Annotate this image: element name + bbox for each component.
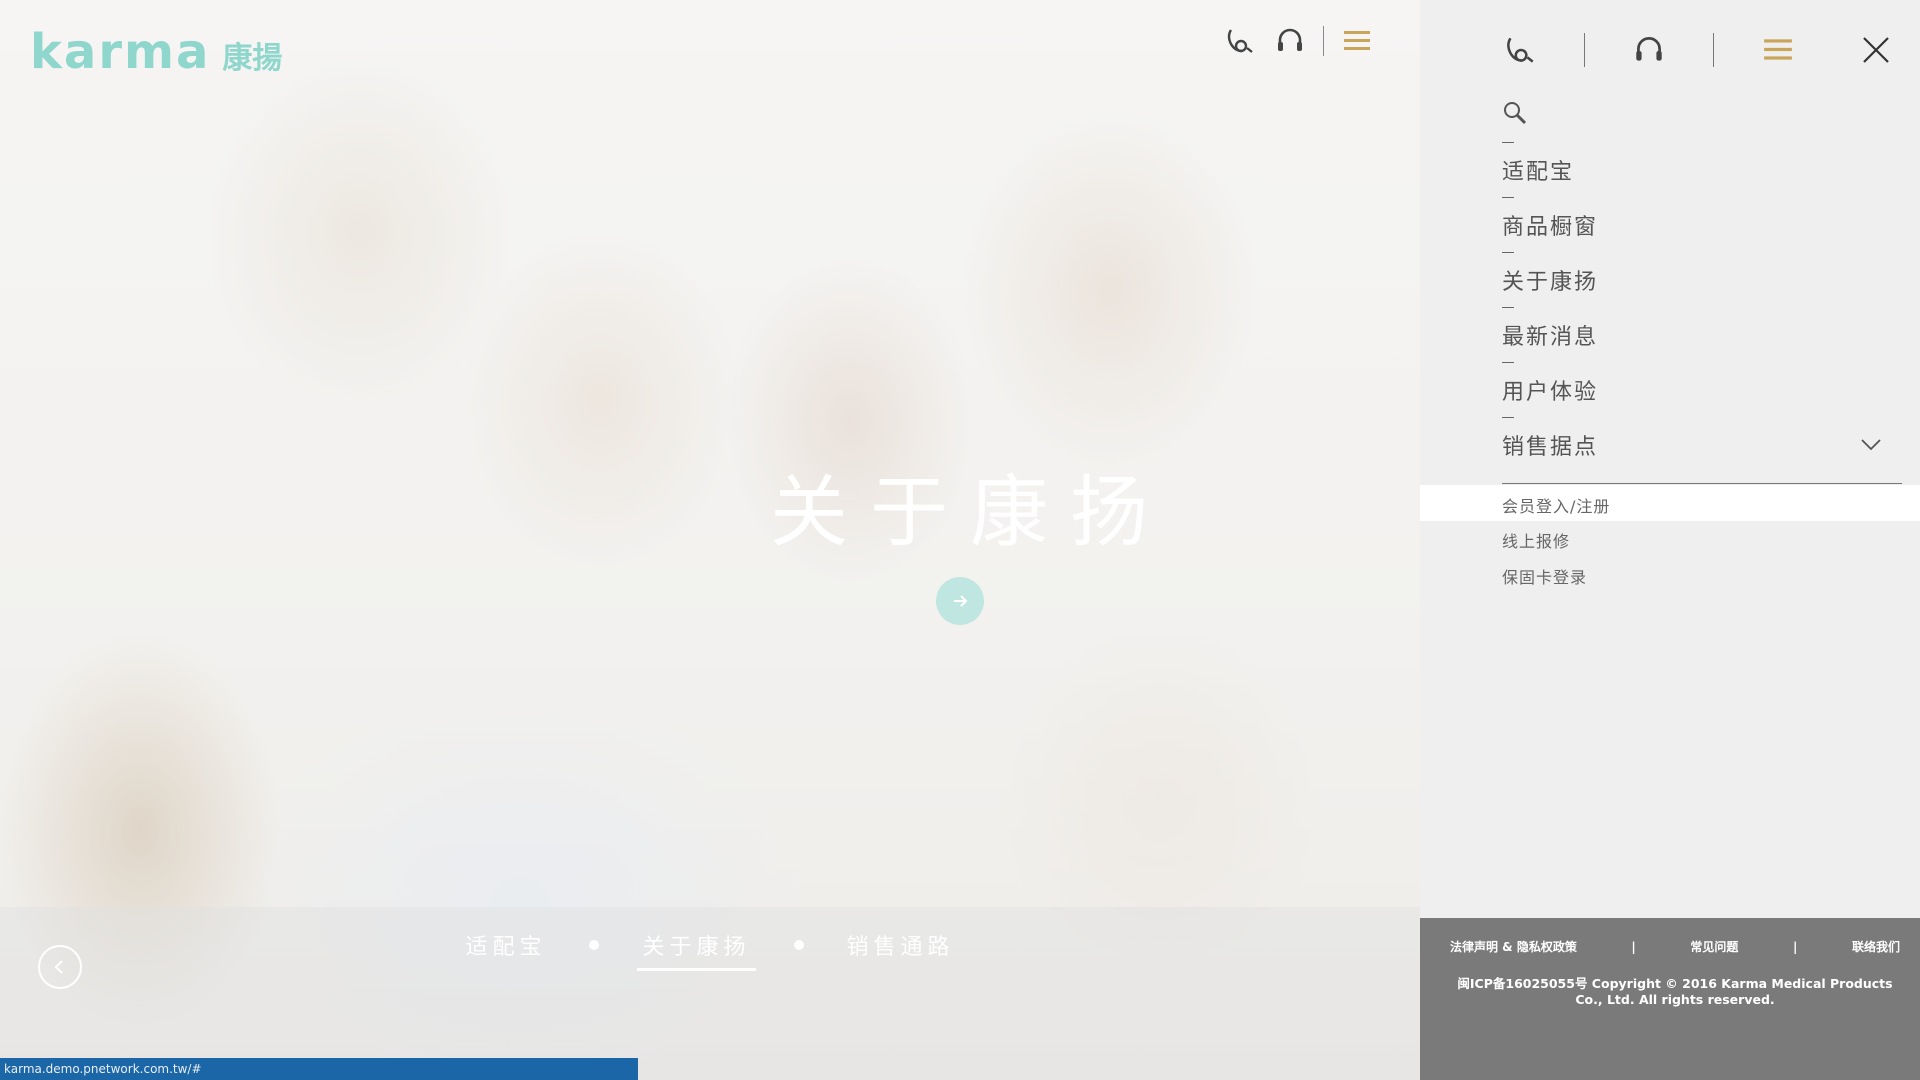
footer-link-legal[interactable]: 法律声明 & 隐私权政策 [1450, 938, 1577, 955]
toolbar-divider [1584, 33, 1585, 67]
main-menu: 适配宝 商品橱窗 关于康扬 最新消息 用户体验 销售据点 [1502, 140, 1902, 470]
footer-link-contact[interactable]: 联络我们 [1852, 938, 1900, 955]
menu-item-label: 销售据点 [1502, 435, 1599, 460]
menu-icon[interactable] [1332, 20, 1382, 62]
arrow-right-icon[interactable] [936, 577, 984, 625]
footer-link-faq[interactable]: 常见问题 [1690, 938, 1738, 955]
menu-dash [1502, 307, 1514, 308]
menu-item-news[interactable]: 最新消息 [1502, 305, 1902, 360]
logo[interactable]: karma 康揚 [30, 24, 282, 80]
menu-item-label: 最新消息 [1502, 325, 1599, 350]
panel-footer: 法律声明 & 隐私权政策 | 常见问题 | 联络我们 闽ICP备16025055… [1420, 918, 1920, 1080]
wrench-icon[interactable] [1215, 20, 1265, 62]
footer-separator: | [1631, 939, 1636, 954]
logo-text-en: karma [30, 24, 211, 80]
sub-link-warranty[interactable]: 保固卡登录 [1420, 556, 1920, 592]
menu-item-experience[interactable]: 用户体验 [1502, 360, 1902, 415]
sub-link-member-login[interactable]: 会员登入/注册 [1420, 485, 1920, 521]
menu-item-about[interactable]: 关于康扬 [1502, 250, 1902, 305]
toolbar-divider [1713, 33, 1714, 67]
menu-item-products[interactable]: 商品橱窗 [1502, 195, 1902, 250]
menu-item-fit[interactable]: 适配宝 [1502, 140, 1902, 195]
side-menu-panel: 适配宝 商品橱窗 关于康扬 最新消息 用户体验 销售据点 会员登入/注册 线上报… [1420, 0, 1920, 1080]
menu-dash [1502, 197, 1514, 198]
search-icon[interactable] [1502, 100, 1532, 130]
footer-links: 法律声明 & 隐私权政策 | 常见问题 | 联络我们 [1450, 938, 1900, 955]
panel-toolbar [1492, 28, 1806, 72]
sub-link-online-repair[interactable]: 线上报修 [1420, 520, 1920, 556]
menu-dash [1502, 417, 1514, 418]
menu-item-label: 适配宝 [1502, 160, 1575, 185]
sub-link-label: 保固卡登录 [1502, 568, 1588, 587]
menu-icon[interactable] [1750, 28, 1806, 72]
menu-item-sales-points[interactable]: 销售据点 [1502, 415, 1902, 470]
status-bar-url: karma.demo.pnetwork.com.tw/# [0, 1058, 638, 1080]
headset-icon[interactable] [1265, 20, 1315, 62]
chevron-down-icon[interactable] [1860, 437, 1882, 456]
menu-dash [1502, 362, 1514, 363]
menu-divider [1502, 483, 1902, 484]
menu-dash [1502, 252, 1514, 253]
tab-separator-dot [793, 940, 804, 950]
hero-tabs: 适配宝 关于康扬 销售通路 [0, 925, 1420, 971]
menu-dash [1502, 142, 1514, 143]
close-icon[interactable] [1858, 32, 1894, 68]
hero-toolbar [1215, 20, 1382, 62]
menu-item-label: 商品橱窗 [1502, 215, 1599, 240]
menu-item-label: 用户体验 [1502, 380, 1599, 405]
tab-about[interactable]: 关于康扬 [637, 925, 756, 971]
tab-separator-dot [589, 940, 600, 950]
tab-sales[interactable]: 销售通路 [842, 925, 960, 971]
headset-icon[interactable] [1621, 28, 1677, 72]
hero-title: 关于康扬 [769, 468, 1170, 558]
sub-link-label: 会员登入/注册 [1502, 497, 1611, 516]
copyright-text: 闽ICP备16025055号 Copyright © 2016 Karma Me… [1457, 976, 1893, 1007]
hero-banner: karma 康揚 关于康扬 适配宝 关于康扬 销售通路 karma.demo.p… [0, 0, 1420, 1080]
sub-link-label: 线上报修 [1502, 532, 1571, 551]
logo-text-zh: 康揚 [222, 41, 283, 76]
toolbar-divider [1323, 26, 1324, 56]
footer-separator: | [1792, 939, 1798, 954]
wrench-icon[interactable] [1492, 28, 1548, 72]
menu-item-label: 关于康扬 [1502, 270, 1599, 295]
tab-fit[interactable]: 适配宝 [460, 925, 551, 971]
